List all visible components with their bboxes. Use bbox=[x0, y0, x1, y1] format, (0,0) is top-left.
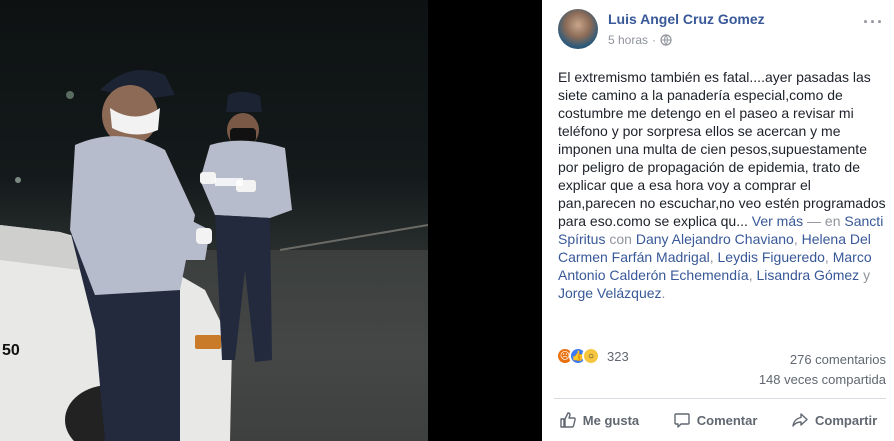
photo-illustration: 50 bbox=[0, 70, 428, 441]
tagged-person[interactable]: Lisandra Gómez bbox=[756, 267, 859, 283]
post-text: El extremismo también es fatal....ayer p… bbox=[558, 69, 886, 301]
share-button[interactable]: Compartir bbox=[791, 411, 877, 429]
see-more-link[interactable]: Ver más bbox=[752, 213, 803, 229]
comment-button[interactable]: Comentar bbox=[673, 411, 758, 429]
share-icon bbox=[792, 413, 808, 427]
post-photo[interactable]: 50 bbox=[0, 0, 428, 441]
tagged-person[interactable]: Jorge Velázquez bbox=[558, 285, 662, 301]
share-label: Compartir bbox=[815, 412, 878, 428]
post-body: El extremismo también es fatal....ayer p… bbox=[558, 69, 886, 229]
author-name[interactable]: Luis Angel Cruz Gomez bbox=[608, 11, 765, 27]
with-label: con bbox=[609, 231, 632, 247]
wow-icon: ○ bbox=[582, 347, 600, 365]
comment-icon bbox=[674, 413, 690, 428]
reaction-count: 323 bbox=[607, 348, 629, 364]
shares-count[interactable]: 148 veces compartida bbox=[759, 372, 886, 387]
meta-separator: · bbox=[652, 33, 657, 47]
post-meta: 5 horas · bbox=[608, 33, 672, 47]
post-side-panel: Luis Angel Cruz Gomez 5 horas · ··· El e… bbox=[542, 0, 894, 441]
and-label: y bbox=[863, 267, 871, 283]
like-label: Me gusta bbox=[582, 412, 640, 428]
end-period: . bbox=[661, 285, 666, 301]
thumbs-up-icon bbox=[560, 412, 576, 428]
like-button[interactable]: Me gusta bbox=[559, 411, 639, 429]
divider bbox=[554, 398, 886, 399]
photo-viewer: 50 bbox=[0, 0, 542, 441]
action-bar: Me gusta Comentar Compartir bbox=[542, 405, 894, 435]
tagged-person[interactable]: Dany Alejandro Chaviano bbox=[636, 231, 794, 247]
location-prefix: — en bbox=[807, 213, 841, 229]
more-options-icon[interactable]: ··· bbox=[863, 12, 884, 33]
comment-label: Comentar bbox=[696, 412, 758, 428]
globe-icon[interactable] bbox=[660, 34, 672, 46]
tagged-person[interactable]: Leydis Figueredo bbox=[718, 249, 825, 265]
author-avatar[interactable] bbox=[558, 9, 598, 49]
reactions-summary[interactable]: ☹ 👍 ○ 323 bbox=[556, 347, 629, 365]
comments-count[interactable]: 276 comentarios bbox=[790, 352, 886, 367]
post-time[interactable]: 5 horas bbox=[608, 33, 648, 47]
car-number: 50 bbox=[2, 342, 20, 359]
